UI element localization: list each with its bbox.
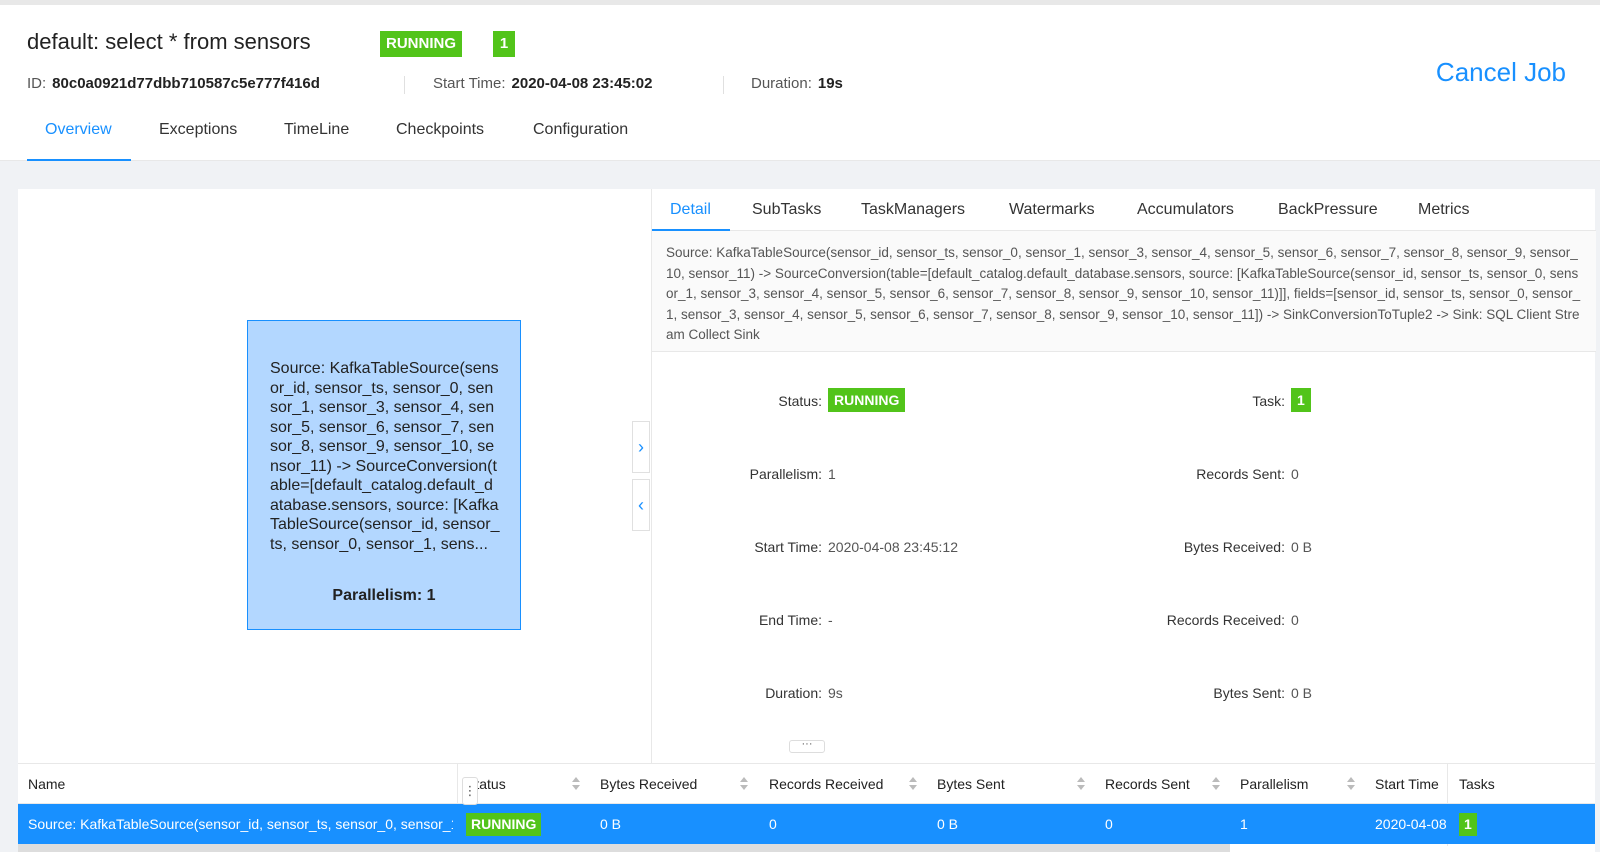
row-parallelism: 1 — [1240, 816, 1248, 832]
row-records-received: 0 — [769, 816, 777, 832]
job-title: default: select * from sensors — [27, 29, 311, 54]
graph-node[interactable]: Source: KafkaTableSource(sensor_id, sens… — [247, 320, 521, 630]
row-bytes-received: 0 B — [600, 816, 622, 832]
table-header: Name Status Bytes Received Records Recei… — [18, 763, 1595, 846]
row-start-time: 2020-04-08 — [1375, 816, 1447, 832]
tab-timeline[interactable]: TimeLine — [284, 121, 349, 139]
col-parallelism[interactable]: Parallelism — [1240, 776, 1308, 792]
row-name: Source: KafkaTableSource(sensor_id, sens… — [28, 816, 453, 832]
meta-divider — [723, 76, 724, 94]
bytes-received-label: Bytes Received: — [1183, 539, 1285, 555]
sort-icon[interactable] — [1211, 777, 1221, 793]
status-badge: RUNNING — [828, 388, 906, 412]
job-status-badge: RUNNING — [380, 31, 462, 57]
duration-value: 9s — [828, 685, 843, 701]
task-label: Task: — [1252, 393, 1285, 409]
row-records-sent: 0 — [1105, 816, 1113, 832]
col-tasks[interactable]: Tasks — [1459, 776, 1495, 792]
tab-metrics[interactable]: Metrics — [1418, 201, 1470, 219]
bytes-sent-value: 0 B — [1291, 685, 1313, 701]
bytes-received-value: 0 B — [1291, 539, 1313, 555]
col-bytes-received[interactable]: Bytes Received — [600, 776, 697, 792]
more-icon[interactable]: ··· — [789, 739, 825, 753]
col-records-sent[interactable]: Records Sent — [1105, 776, 1190, 792]
sort-icon[interactable] — [739, 777, 749, 793]
duration-label: Duration: — [765, 685, 822, 701]
tab-detail[interactable]: Detail — [670, 201, 711, 219]
job-graph[interactable]: Source: KafkaTableSource(sensor_id, sens… — [18, 189, 651, 763]
end-time-value: - — [828, 612, 833, 628]
job-task-count-badge: 1 — [493, 31, 515, 57]
sort-icon[interactable] — [908, 777, 918, 793]
column-resize-handle[interactable]: ⋮ — [462, 777, 478, 805]
tab-exceptions[interactable]: Exceptions — [159, 121, 237, 139]
col-records-received[interactable]: Records Received — [769, 776, 883, 792]
parallelism-label: Parallelism: — [749, 466, 822, 482]
sort-icon[interactable] — [571, 777, 581, 793]
job-header: default: select * from sensors RUNNING 1… — [0, 5, 1600, 161]
tab-checkpoints[interactable]: Checkpoints — [396, 121, 484, 139]
col-name[interactable]: Name — [28, 776, 65, 792]
parallelism-value: 1 — [828, 466, 836, 482]
active-tab-indicator — [27, 159, 131, 161]
col-bytes-sent[interactable]: Bytes Sent — [937, 776, 1005, 792]
col-start-time[interactable]: Start Time — [1375, 776, 1439, 792]
end-time-label: End Time: — [758, 612, 822, 628]
sort-icon[interactable] — [1076, 777, 1086, 793]
status-label: Status: — [778, 393, 822, 409]
job-id: ID: 80c0a0921d77dbb710587c5e777f416d — [27, 75, 320, 92]
graph-node-parallelism: Parallelism: 1 — [332, 586, 436, 604]
row-bytes-sent: 0 B — [937, 816, 959, 832]
records-received-label: Records Received: — [1166, 612, 1285, 628]
tab-backpressure[interactable]: BackPressure — [1278, 201, 1378, 219]
table-row[interactable]: Source: KafkaTableSource(sensor_id, sens… — [18, 804, 1595, 844]
chevron-right-icon[interactable]: › — [632, 421, 650, 473]
node-detail-panel: Detail SubTasks TaskManagers Watermarks … — [651, 189, 1596, 763]
row-tasks-badge: 1 — [1459, 813, 1477, 836]
horizontal-scrollbar[interactable] — [18, 844, 1230, 852]
node-description: Source: KafkaTableSource(sensor_id, sens… — [652, 231, 1596, 352]
duration-value: 19s — [817, 75, 843, 92]
job-duration: Duration: 19s — [751, 75, 843, 92]
cancel-job-button[interactable]: Cancel Job — [1436, 57, 1566, 88]
records-sent-value: 0 — [1291, 466, 1299, 482]
tab-watermarks[interactable]: Watermarks — [1009, 201, 1095, 219]
tab-taskmanagers[interactable]: TaskManagers — [861, 201, 965, 219]
chevron-left-icon[interactable]: ‹ — [632, 479, 650, 531]
start-time-label: Start Time: — [754, 539, 822, 555]
tab-configuration[interactable]: Configuration — [533, 121, 628, 139]
tab-accumulators[interactable]: Accumulators — [1137, 201, 1234, 219]
graph-node-label: Source: KafkaTableSource(sensor_id, sens… — [270, 360, 500, 553]
sort-icon[interactable] — [1346, 777, 1356, 793]
tab-subtasks[interactable]: SubTasks — [752, 201, 821, 219]
vertex-table: Name Status Bytes Received Records Recei… — [18, 763, 1595, 852]
job-id-label: ID: — [27, 75, 47, 92]
duration-label: Duration: — [751, 75, 812, 92]
detail-tabs: Detail SubTasks TaskManagers Watermarks … — [652, 189, 1596, 231]
start-time-label: Start Time: — [433, 75, 506, 92]
task-count-badge: 1 — [1291, 388, 1311, 412]
job-start-time: Start Time: 2020-04-08 23:45:02 — [433, 75, 652, 92]
job-id-value: 80c0a0921d77dbb710587c5e777f416d — [52, 75, 320, 92]
start-time-value: 2020-04-08 23:45:02 — [511, 75, 653, 92]
records-received-value: 0 — [1291, 612, 1299, 628]
records-sent-label: Records Sent: — [1196, 466, 1285, 482]
start-time-value: 2020-04-08 23:45:12 — [828, 539, 958, 555]
meta-divider — [404, 76, 405, 94]
bytes-sent-label: Bytes Sent: — [1213, 685, 1285, 701]
row-status-badge: RUNNING — [466, 813, 542, 836]
tab-overview[interactable]: Overview — [45, 121, 112, 139]
